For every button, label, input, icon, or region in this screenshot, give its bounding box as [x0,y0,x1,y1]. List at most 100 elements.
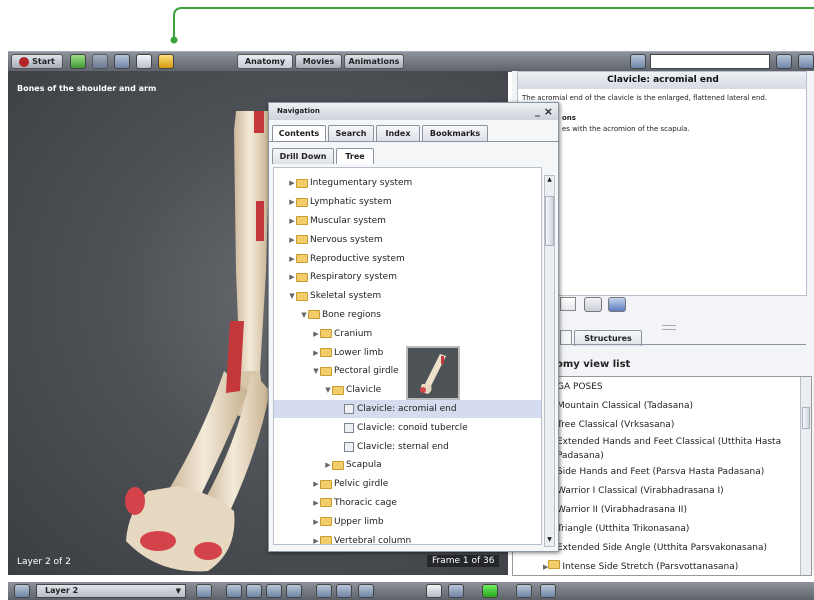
expand-arrow-icon[interactable]: ▶ [288,174,296,192]
tree-item[interactable]: ▶ Respiratory system [274,268,541,287]
preview-thumbnail[interactable] [406,346,460,400]
tree-item[interactable]: ▶ Nervous system [274,230,541,249]
back-icon[interactable] [70,54,86,69]
zoom-out-icon[interactable] [336,584,352,598]
layers-icon[interactable] [14,584,30,598]
list-item[interactable]: ▶ Intense Side Stretch (Parsvottanasana) [513,558,803,575]
expand-arrow-icon[interactable]: ▶ [324,456,332,474]
splitter-grip[interactable] [662,325,676,330]
layer-select[interactable]: Layer 2 ▼ [36,584,186,598]
folder-icon [320,329,332,339]
expand-arrow-icon[interactable]: ▶ [312,325,320,343]
rotate-icon[interactable] [286,584,302,598]
chevron-down-icon: ▼ [175,587,181,595]
info-heading: ons [562,114,576,122]
tree-item-label: Muscular system [310,215,386,226]
info-box: Clavicle: acromial end The acromial end … [517,71,807,296]
settings-icon[interactable] [516,584,532,598]
tab-bookmarks[interactable]: Bookmarks [422,125,488,141]
tree-item[interactable]: ▶ Integumentary system [274,174,541,193]
scroll-down-icon[interactable]: ▼ [545,536,554,546]
tree-item[interactable]: Clavicle: sternal end [274,437,541,456]
tree-scrollbar[interactable]: ▲ ▼ [544,175,555,547]
window-icon[interactable] [136,54,152,69]
bookmark-icon[interactable] [560,297,576,311]
expand-arrow-icon[interactable]: ▶ [312,475,320,493]
tab-search[interactable]: Search [328,125,374,141]
tab-contents[interactable]: Contents [272,125,326,141]
tree-item[interactable]: Clavicle: conoid tubercle [274,418,541,437]
close-icon[interactable]: × [544,103,553,120]
collapse-arrow-icon[interactable]: ▼ [288,287,296,305]
tab-anatomy[interactable]: Anatomy [237,54,293,69]
forward-icon[interactable] [92,54,108,69]
tab-tree[interactable]: Tree [336,148,374,164]
scroll-up-icon[interactable]: ▲ [545,176,554,186]
tree-item[interactable]: Clavicle: acromial end [274,399,541,419]
expand-arrow-icon[interactable]: ▶ [288,212,296,230]
lock-icon[interactable] [196,584,212,598]
expand-arrow-icon[interactable]: ▶ [288,231,296,249]
tree-item[interactable]: ▶ Pelvic girdle [274,475,541,494]
folder-icon [548,560,561,569]
save-icon[interactable] [448,584,464,598]
play-icon[interactable] [482,584,498,598]
minimize-icon[interactable]: _ [535,103,540,120]
zoom-in-icon[interactable] [316,584,332,598]
expand-arrow-icon[interactable]: ▶ [288,193,296,211]
print-icon[interactable] [584,297,602,312]
save-icon[interactable] [608,297,626,312]
tree-item[interactable]: ▶ Muscular system [274,212,541,231]
print-icon[interactable] [426,584,442,598]
prev-frame-icon[interactable] [246,584,262,598]
rewind-icon[interactable] [226,584,242,598]
tree-item[interactable]: ▶ Cranium [274,324,541,343]
tab-movies[interactable]: Movies [295,54,342,69]
folder-icon[interactable] [114,54,130,69]
expand-arrow-icon[interactable]: ▶ [312,344,320,362]
help-icon[interactable] [798,54,814,69]
tab-animations[interactable]: Animations [344,54,404,69]
tree-item-label: Integumentary system [310,178,413,189]
tree-scroll-thumb[interactable] [545,196,554,246]
frame-status: Frame 1 of 36 [427,555,500,567]
tree-item[interactable]: ▶ Thoracic cage [274,494,541,513]
tree-item-label: Cranium [334,328,373,339]
tree-item[interactable]: ▶ Scapula [274,456,541,475]
tab-partial[interactable] [560,330,572,344]
tree-item-label: Bone regions [322,309,381,320]
expand-arrow-icon[interactable]: ▶ [312,513,320,531]
tab-divider [269,141,558,142]
collapse-arrow-icon[interactable]: ▼ [312,362,320,380]
tree-item[interactable]: ▼ Skeletal system [274,287,541,306]
tab-index[interactable]: Index [376,125,420,141]
tree-item-label: Clavicle: sternal end [357,441,449,452]
reset-view-icon[interactable] [358,584,374,598]
search-icon[interactable] [630,54,646,69]
collapse-arrow-icon[interactable]: ▼ [324,381,332,399]
export-icon[interactable] [540,584,556,598]
tree-item[interactable]: ▶ Lymphatic system [274,193,541,212]
expand-arrow-icon[interactable]: ▶ [288,250,296,268]
expand-arrow-icon[interactable]: ▶ [312,494,320,512]
next-frame-icon[interactable] [266,584,282,598]
home-icon[interactable] [158,54,174,69]
navigation-titlebar[interactable]: Navigation _ × [269,103,558,120]
expand-arrow-icon[interactable]: ▶ [312,532,320,544]
settings-icon[interactable] [776,54,792,69]
tree-item[interactable]: ▶ Vertebral column [274,531,541,544]
view-list-title: omy view list [556,359,631,370]
folder-icon [296,254,308,264]
tree-item-label: Pectoral girdle [334,366,399,377]
tab-drill-down[interactable]: Drill Down [272,148,334,164]
start-button[interactable]: Start [11,54,63,69]
tree-item[interactable]: ▶ Reproductive system [274,249,541,268]
expand-arrow-icon[interactable]: ▶ [288,268,296,286]
tree-item[interactable]: ▼ Bone regions [274,306,541,325]
list-scrollbar[interactable] [800,377,811,575]
list-scroll-thumb[interactable] [802,407,810,429]
collapse-arrow-icon[interactable]: ▼ [300,306,308,324]
folder-icon [296,216,308,226]
search-input[interactable] [650,54,770,69]
tree-item[interactable]: ▶ Upper limb [274,512,541,531]
